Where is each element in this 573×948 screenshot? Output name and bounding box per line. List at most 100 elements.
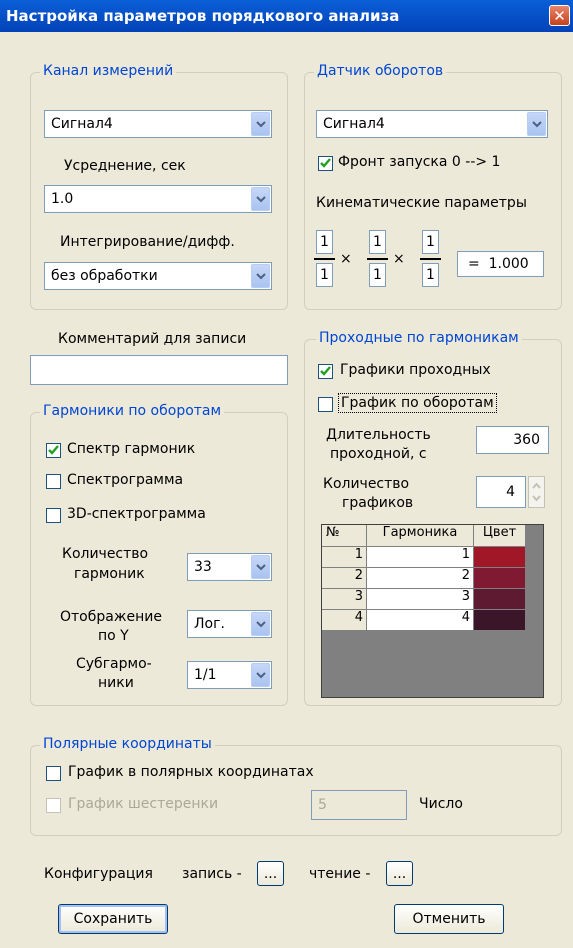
gear-checkbox[interactable] (46, 798, 61, 813)
close-button[interactable]: ✕ (549, 5, 570, 26)
number-label: Число (419, 796, 463, 812)
config-read-button[interactable]: ... (386, 861, 413, 886)
tacho-signal-value: Сигнал4 (323, 116, 385, 132)
chevron-down-icon (251, 112, 270, 136)
harmonics-group-title: Гармоники по оборотам (40, 403, 225, 419)
runup-group-title: Проходные по гармоникам (316, 330, 522, 346)
config-read-button-label: ... (392, 865, 407, 882)
table-header-number[interactable]: № (322, 525, 367, 547)
fraction-1-bar (314, 258, 335, 260)
comment-label: Комментарий для записи (58, 331, 247, 347)
table-cell-color[interactable] (474, 610, 526, 631)
kinematic-result-value: = 1.000 (468, 256, 529, 272)
table-header-harmonic[interactable]: Гармоника (367, 525, 474, 547)
fraction-3-bar (420, 258, 441, 260)
cancel-button-label: Отменить (412, 911, 486, 927)
chevron-down-icon (251, 612, 270, 636)
channel-signal-value: Сигнал4 (51, 116, 113, 132)
subharmonics-value: 1/1 (194, 667, 217, 683)
spectrogram-3d-checkbox[interactable] (46, 508, 61, 523)
fraction-1-numerator[interactable]: 1 (316, 230, 333, 254)
fraction-2-bar (367, 258, 388, 260)
duration-label-2: проходной, с (330, 446, 427, 462)
polar-group-title: Полярные координаты (40, 736, 215, 752)
chevron-down-icon (251, 264, 270, 288)
graph-count-label-2: графиков (342, 495, 414, 511)
chevron-down-icon (251, 555, 270, 579)
channel-signal-select[interactable]: Сигнал4 (44, 110, 272, 138)
table-header-color[interactable]: Цвет (474, 525, 526, 547)
spectrum-label: Спектр гармоник (67, 441, 196, 457)
table-cell-harmonic[interactable]: 4 (367, 610, 474, 631)
check-icon (320, 158, 331, 168)
graph-count-value: 4 (506, 484, 515, 500)
save-button-label: Сохранить (73, 911, 153, 927)
chevron-down-icon (527, 112, 546, 136)
table-row-number: 4 (322, 610, 367, 631)
spectrum-checkbox[interactable] (46, 443, 61, 458)
polar-label: График в полярных координатах (68, 764, 314, 780)
config-write-button[interactable]: ... (257, 861, 284, 886)
duration-input[interactable]: 360 (476, 426, 549, 454)
averaging-select[interactable]: 1.0 (44, 185, 272, 213)
integration-label: Интегрирование/дифф. (60, 234, 235, 250)
spectrogram-checkbox[interactable] (46, 474, 61, 489)
cancel-button[interactable]: Отменить (394, 904, 504, 934)
config-write-button-label: ... (263, 865, 278, 882)
fraction-2-denominator[interactable]: 1 (369, 263, 386, 287)
table-cell-harmonic[interactable]: 3 (367, 589, 474, 610)
table-row-number: 1 (322, 547, 367, 568)
averaging-label: Усреднение, сек (64, 158, 186, 174)
polar-group (30, 745, 562, 836)
check-icon (320, 366, 331, 376)
front-label: Фронт запуска 0 --> 1 (338, 154, 501, 170)
table-cell-harmonic[interactable]: 1 (367, 547, 474, 568)
polar-checkbox[interactable] (46, 766, 61, 781)
kinematic-label: Кинематические параметры (316, 195, 527, 211)
fraction-2-numerator[interactable]: 1 (369, 230, 386, 254)
harmonic-count-select[interactable]: 33 (187, 553, 272, 581)
gear-number-value: 5 (318, 797, 327, 813)
close-icon: ✕ (553, 7, 566, 25)
integration-value: без обработки (51, 268, 158, 284)
display-y-label-2: по Y (98, 628, 129, 644)
integration-select[interactable]: без обработки (44, 262, 272, 290)
gear-number-input[interactable]: 5 (311, 790, 407, 820)
subharmonics-label-2: ники (98, 675, 134, 691)
graph-count-spinner[interactable] (528, 476, 545, 508)
tacho-group-title: Датчик оборотов (314, 63, 447, 79)
display-y-label-1: Отображение (60, 609, 162, 625)
config-write-label: запись - (182, 866, 242, 882)
fraction-3-denominator[interactable]: 1 (422, 263, 439, 287)
front-checkbox[interactable] (318, 156, 333, 171)
runup-graphs-checkbox[interactable] (318, 364, 333, 379)
comment-input[interactable] (30, 355, 288, 385)
rpm-graph-label: График по оборотам (338, 393, 497, 413)
check-icon (48, 445, 59, 455)
table-cell-color[interactable] (474, 547, 526, 568)
table-row-number: 2 (322, 568, 367, 589)
channel-group-title: Канал измерений (40, 63, 177, 79)
tacho-signal-select[interactable]: Сигнал4 (316, 110, 548, 138)
graph-count-input[interactable]: 4 (476, 476, 526, 508)
table-cell-color[interactable] (474, 568, 526, 589)
rpm-graph-checkbox[interactable] (318, 397, 333, 412)
config-read-label: чтение - (309, 866, 371, 882)
table-cell-harmonic[interactable]: 2 (367, 568, 474, 589)
graph-count-label-1: Количество (323, 476, 410, 492)
duration-value: 360 (513, 432, 540, 448)
harmonic-count-label-2: гармоник (74, 566, 145, 582)
fraction-3-numerator[interactable]: 1 (422, 230, 439, 254)
subharmonics-select[interactable]: 1/1 (187, 661, 272, 689)
spectrogram-3d-label: 3D-спектрограмма (67, 506, 206, 522)
display-y-value: Лог. (194, 616, 225, 632)
harmonic-count-value: 33 (194, 559, 212, 575)
subharmonics-label-1: Субгармо- (76, 656, 152, 672)
save-button[interactable]: Сохранить (58, 904, 168, 934)
multiply-sign: × (393, 251, 405, 267)
harmonic-table[interactable]: № Гармоника Цвет 1 1 2 2 3 3 4 4 (321, 524, 544, 698)
duration-label-1: Длительность (326, 427, 431, 443)
display-y-select[interactable]: Лог. (187, 610, 272, 638)
fraction-1-denominator[interactable]: 1 (316, 263, 333, 287)
table-cell-color[interactable] (474, 589, 526, 610)
